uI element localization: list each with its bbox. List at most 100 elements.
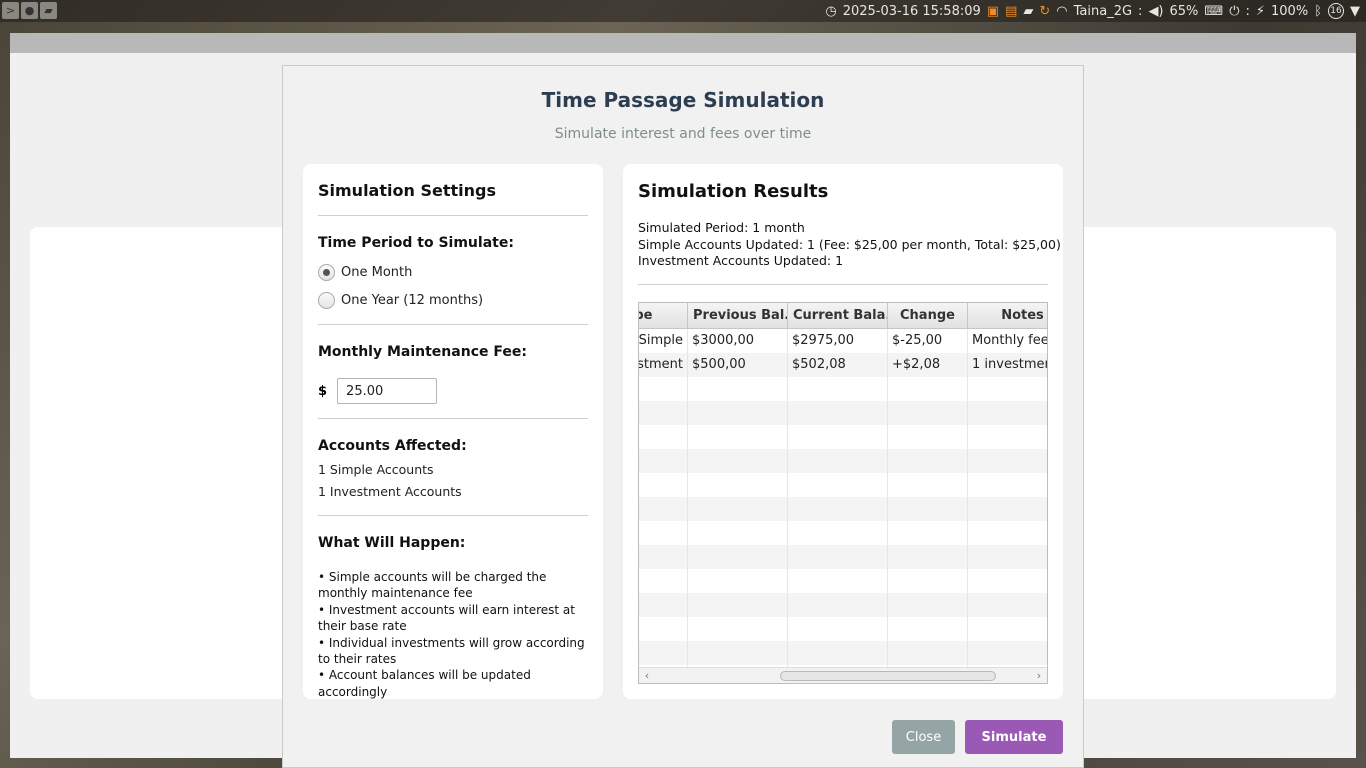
empty-row xyxy=(639,449,1047,473)
divider xyxy=(318,324,588,325)
radio-label[interactable]: One Month xyxy=(341,265,412,280)
scroll-left-icon[interactable]: ‹ xyxy=(640,669,654,682)
table-row[interactable]: Investment $500,00 $502,08 +$2,08 1 inve… xyxy=(639,353,1047,377)
wifi-name[interactable]: Taina_2G xyxy=(1074,4,1132,19)
battery-level[interactable]: 100% xyxy=(1271,4,1308,19)
divider xyxy=(318,215,588,216)
browser-icon[interactable]: ● xyxy=(21,2,38,19)
currency-symbol: $ xyxy=(318,383,328,399)
column-header-change[interactable]: Change xyxy=(888,303,968,328)
radio-one-year[interactable]: One Year (12 months) xyxy=(318,292,483,309)
empty-row xyxy=(639,425,1047,449)
summary-line: Investment Accounts Updated: 1 xyxy=(638,253,844,268)
radio-one-month[interactable]: One Month xyxy=(318,264,412,281)
keyboard-icon[interactable]: ⌨ xyxy=(1204,4,1223,19)
separator: : xyxy=(1138,3,1143,19)
empty-row xyxy=(639,569,1047,593)
cell-current: $2975,00 xyxy=(788,329,888,353)
affected-heading: Accounts Affected: xyxy=(318,438,467,454)
radio-label[interactable]: One Year (12 months) xyxy=(341,293,483,308)
results-heading: Simulation Results xyxy=(638,181,829,202)
what-item: • Account balances will be updated accor… xyxy=(318,668,531,699)
fee-input[interactable] xyxy=(337,378,438,404)
divider xyxy=(318,515,588,516)
fee-row: $ xyxy=(318,378,438,404)
empty-row xyxy=(639,545,1047,569)
cell-current: $502,08 xyxy=(788,353,888,377)
empty-row xyxy=(639,617,1047,641)
launcher-icons: > ● ▰ xyxy=(2,2,57,19)
update-tray-icon[interactable]: ↻ xyxy=(1039,4,1050,19)
results-summary: Simulated Period: 1 month Simple Account… xyxy=(638,220,1061,270)
system-top-bar: > ● ▰ ◷ 2025-03-16 15:58:09 ▣ ▤ ▰ ↻ ◠ Ta… xyxy=(0,0,1366,22)
divider xyxy=(318,418,588,419)
column-header-notes[interactable]: Notes xyxy=(968,303,1047,328)
empty-row xyxy=(639,593,1047,617)
radio-selected-icon[interactable] xyxy=(318,264,335,281)
radio-unselected-icon[interactable] xyxy=(318,292,335,309)
what-item: • Individual investments will grow accor… xyxy=(318,635,585,667)
empty-row xyxy=(639,401,1047,425)
terminal-tray-icon[interactable]: ▣ xyxy=(987,4,999,19)
what-list: • Simple accounts will be charged the mo… xyxy=(318,569,588,700)
dialog-title: Time Passage Simulation xyxy=(541,88,825,112)
app-titlebar xyxy=(10,33,1356,53)
cell-change: +$2,08 xyxy=(888,353,968,377)
column-header-type[interactable]: Type xyxy=(639,303,688,328)
files-icon[interactable]: ▰ xyxy=(40,2,57,19)
what-heading: What Will Happen: xyxy=(318,535,466,551)
settings-panel: Simulation Settings Time Period to Simul… xyxy=(303,164,603,699)
affected-investment: 1 Investment Accounts xyxy=(318,484,462,499)
calendar-tray-icon[interactable]: ▤ xyxy=(1005,4,1017,19)
cell-type: Investment xyxy=(639,353,688,377)
horizontal-scrollbar[interactable]: ‹ › xyxy=(639,667,1047,683)
table-header: Type Previous Bal... Current Bala... Cha… xyxy=(639,303,1047,329)
volume-icon[interactable]: ◀) xyxy=(1148,4,1163,19)
power-icon[interactable]: ⏻ xyxy=(1229,4,1239,19)
simulation-dialog: Time Passage Simulation Simulate interes… xyxy=(282,65,1084,768)
cell-type: Simple xyxy=(639,329,688,353)
empty-row xyxy=(639,641,1047,665)
summary-line: Simulated Period: 1 month xyxy=(638,220,805,235)
bluetooth-icon[interactable]: ᛒ xyxy=(1314,4,1322,19)
results-table[interactable]: Type Previous Bal... Current Bala... Cha… xyxy=(638,302,1048,684)
what-item: • Simple accounts will be charged the mo… xyxy=(318,570,547,601)
status-area: ◷ 2025-03-16 15:58:09 ▣ ▤ ▰ ↻ ◠ Taina_2G… xyxy=(825,3,1360,19)
column-header-previous-balance[interactable]: Previous Bal... xyxy=(688,303,788,328)
scroll-right-icon[interactable]: › xyxy=(1032,669,1046,682)
table-row[interactable]: Simple $3000,00 $2975,00 $-25,00 Monthly… xyxy=(639,329,1047,353)
folder-tray-icon[interactable]: ▰ xyxy=(1023,4,1033,19)
simulate-button[interactable]: Simulate xyxy=(965,720,1063,754)
cell-notes: Monthly fee: xyxy=(968,329,1047,353)
notification-badge[interactable]: 16 xyxy=(1328,3,1344,19)
divider xyxy=(638,284,1048,285)
table-scroll-content: Type Previous Bal... Current Bala... Cha… xyxy=(639,303,1047,683)
cell-previous: $3000,00 xyxy=(688,329,788,353)
network-icon[interactable]: ▼ xyxy=(1350,4,1360,19)
scrollbar-thumb[interactable] xyxy=(780,671,996,681)
results-panel: Simulation Results Simulated Period: 1 m… xyxy=(623,164,1063,699)
battery-icon[interactable]: ⚡ xyxy=(1256,4,1265,19)
summary-line: Simple Accounts Updated: 1 (Fee: $25,00 … xyxy=(638,236,1061,252)
fee-heading: Monthly Maintenance Fee: xyxy=(318,344,527,360)
datetime-text[interactable]: 2025-03-16 15:58:09 xyxy=(843,4,981,19)
what-item: • Investment accounts will earn interest… xyxy=(318,602,575,634)
empty-row xyxy=(639,521,1047,545)
empty-row xyxy=(639,377,1047,401)
empty-row xyxy=(639,473,1047,497)
table-body: Simple $3000,00 $2975,00 $-25,00 Monthly… xyxy=(639,329,1047,683)
volume-level[interactable]: 65% xyxy=(1170,4,1199,19)
cell-previous: $500,00 xyxy=(688,353,788,377)
dialog-subtitle: Simulate interest and fees over time xyxy=(554,126,812,142)
period-heading: Time Period to Simulate: xyxy=(318,235,514,251)
separator: : xyxy=(1245,3,1250,19)
cell-notes: 1 investment xyxy=(968,353,1047,377)
cell-change: $-25,00 xyxy=(888,329,968,353)
terminal-icon[interactable]: > xyxy=(2,2,19,19)
affected-simple: 1 Simple Accounts xyxy=(318,462,434,477)
column-header-current-balance[interactable]: Current Bala... xyxy=(788,303,888,328)
empty-row xyxy=(639,497,1047,521)
wifi-icon[interactable]: ◠ xyxy=(1056,4,1067,19)
close-button[interactable]: Close xyxy=(892,720,955,754)
settings-heading: Simulation Settings xyxy=(318,181,496,200)
